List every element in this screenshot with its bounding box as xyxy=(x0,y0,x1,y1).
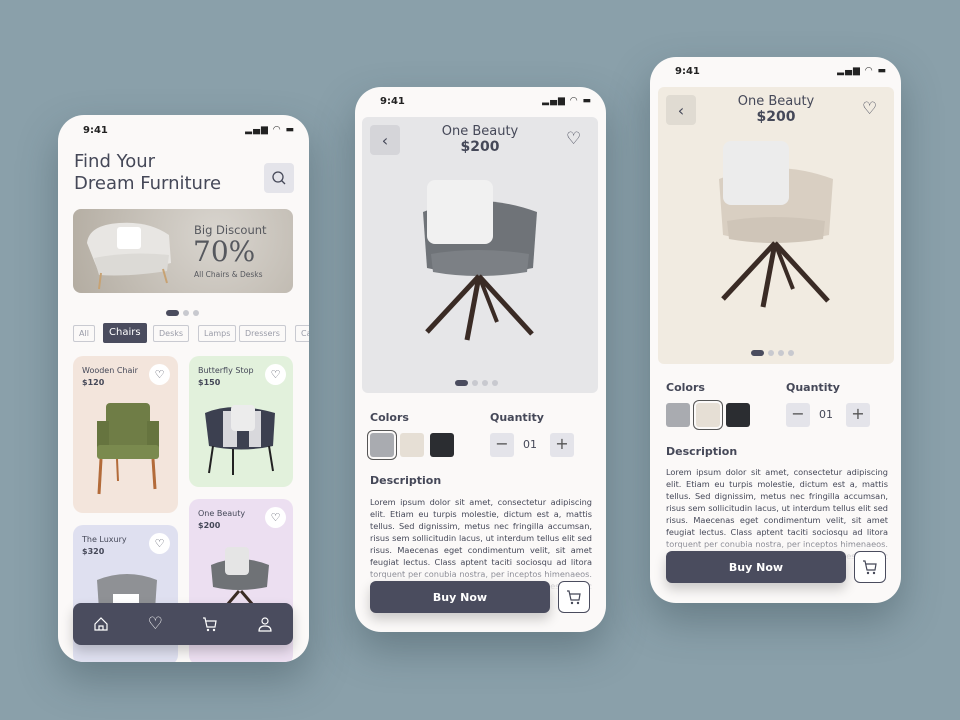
increase-quantity-button[interactable]: + xyxy=(550,433,574,457)
product-price: $150 xyxy=(198,378,221,387)
product-image-panel: ‹ One Beauty $200 ♡ xyxy=(362,117,598,393)
quantity-label: Quantity xyxy=(786,381,840,394)
color-swatch-black[interactable] xyxy=(430,433,454,457)
banner-percent: 70% xyxy=(193,235,256,268)
chip-dressers[interactable]: Dressers xyxy=(239,325,286,342)
page-title: Find Your Dream Furniture xyxy=(74,151,221,195)
search-icon xyxy=(272,171,286,185)
add-to-cart-button[interactable] xyxy=(558,581,590,613)
favorite-button[interactable]: ♡ xyxy=(149,533,170,554)
image-pagination[interactable] xyxy=(455,371,502,390)
favorite-button[interactable]: ♡ xyxy=(862,99,877,119)
armchair-image xyxy=(87,222,171,290)
image-pagination[interactable] xyxy=(751,341,798,360)
quantity-value: 01 xyxy=(819,408,833,421)
status-time: 9:41 xyxy=(675,66,700,77)
description-text: Lorem ipsum dolor sit amet, consectetur … xyxy=(370,497,592,591)
colors-label: Colors xyxy=(370,411,409,424)
heart-icon: ♡ xyxy=(270,511,281,524)
back-button[interactable]: ‹ xyxy=(370,125,400,155)
category-chips: All Chairs Desks Lamps Dressers Ca xyxy=(73,323,309,347)
increase-quantity-button[interactable]: + xyxy=(846,403,870,427)
cart-icon[interactable] xyxy=(202,616,218,632)
beige-chair-image xyxy=(719,141,833,308)
product-image-panel: ‹ One Beauty $200 ♡ xyxy=(658,87,894,364)
product-name: The Luxury xyxy=(82,535,127,544)
status-icons: ▂▄▆ ◠ ▬ xyxy=(245,125,295,135)
back-button[interactable]: ‹ xyxy=(666,95,696,125)
add-to-cart-button[interactable] xyxy=(854,551,886,583)
chevron-left-icon: ‹ xyxy=(677,100,685,120)
product-name: Butterfly Stop xyxy=(198,366,254,375)
search-button[interactable] xyxy=(264,163,294,193)
bottom-nav: ♡ xyxy=(73,603,293,645)
color-swatch-beige[interactable] xyxy=(400,433,424,457)
chevron-left-icon: ‹ xyxy=(381,130,389,150)
buy-now-button[interactable]: Buy Now xyxy=(666,551,846,583)
cart-icon xyxy=(863,560,877,575)
color-swatch-gray[interactable] xyxy=(666,403,690,427)
product-name: One Beauty xyxy=(441,124,519,139)
heart-icon: ♡ xyxy=(270,368,281,381)
heart-icon[interactable]: ♡ xyxy=(148,614,163,634)
title-line-2: Dream Furniture xyxy=(74,173,222,194)
chip-all[interactable]: All xyxy=(73,325,95,342)
heart-icon: ♡ xyxy=(154,537,165,550)
wooden-chair-image xyxy=(97,403,159,495)
color-swatch-black[interactable] xyxy=(726,403,750,427)
color-swatch-beige[interactable] xyxy=(696,403,720,427)
chip-chairs[interactable]: Chairs xyxy=(103,323,147,343)
product-price: $200 xyxy=(756,109,796,125)
product-name: Wooden Chair xyxy=(82,366,138,375)
title-line-1: Find Your xyxy=(74,151,156,172)
chip-more[interactable]: Ca xyxy=(295,325,309,342)
buy-now-button[interactable]: Buy Now xyxy=(370,581,550,613)
banner-subtitle: All Chairs & Desks xyxy=(194,270,263,279)
quantity-value: 01 xyxy=(523,438,537,451)
one-beauty-chair-image xyxy=(211,547,269,605)
product-name: One Beauty xyxy=(198,509,246,518)
cart-icon xyxy=(567,590,581,605)
gray-chair-image xyxy=(423,180,537,341)
colors-label: Colors xyxy=(666,381,705,394)
product-price: $320 xyxy=(82,547,105,556)
product-card[interactable]: Wooden Chair $120 ♡ xyxy=(73,356,178,513)
favorite-button[interactable]: ♡ xyxy=(149,364,170,385)
product-price: $120 xyxy=(82,378,105,387)
chip-lamps[interactable]: Lamps xyxy=(198,325,237,342)
favorite-button[interactable]: ♡ xyxy=(265,507,286,528)
favorite-button[interactable]: ♡ xyxy=(265,364,286,385)
detail-screen-gray: 9:41 ▂▄▆ ◠ ▬ ‹ One Beauty $200 ♡ Colors Q… xyxy=(355,87,606,632)
status-icons: ▂▄▆ ◠ ▬ xyxy=(542,96,592,106)
status-time: 9:41 xyxy=(83,125,108,136)
chip-desks[interactable]: Desks xyxy=(153,325,190,342)
decrease-quantity-button[interactable]: − xyxy=(490,433,514,457)
heart-icon: ♡ xyxy=(862,99,878,119)
discount-banner[interactable]: Big Discount 70% All Chairs & Desks xyxy=(73,209,293,293)
heart-icon: ♡ xyxy=(566,129,582,149)
favorite-button[interactable]: ♡ xyxy=(566,129,581,149)
status-icons: ▂▄▆ ◠ ▬ xyxy=(837,66,887,76)
color-swatch-gray[interactable] xyxy=(370,433,394,457)
butterfly-chair-image xyxy=(205,405,275,475)
product-name: One Beauty xyxy=(737,94,815,109)
heart-icon: ♡ xyxy=(154,368,165,381)
description-label: Description xyxy=(370,474,442,487)
home-screen: 9:41 ▂▄▆ ◠ ▬ Find Your Dream Furniture B… xyxy=(58,115,309,662)
quantity-label: Quantity xyxy=(490,411,544,424)
product-title: One Beauty $200 xyxy=(696,94,856,125)
description-text: Lorem ipsum dolor sit amet, consectetur … xyxy=(666,467,888,561)
product-price: $200 xyxy=(198,521,221,530)
detail-screen-beige: 9:41 ▂▄▆ ◠ ▬ ‹ One Beauty $200 ♡ Colors Q… xyxy=(650,57,901,603)
decrease-quantity-button[interactable]: − xyxy=(786,403,810,427)
product-price: $200 xyxy=(460,139,500,155)
product-title: One Beauty $200 xyxy=(400,124,560,155)
banner-pagination[interactable] xyxy=(166,301,203,320)
product-card[interactable]: Butterfly Stop $150 ♡ xyxy=(189,356,293,487)
user-icon[interactable] xyxy=(257,616,273,632)
home-icon[interactable] xyxy=(93,616,109,632)
status-time: 9:41 xyxy=(380,96,405,107)
description-label: Description xyxy=(666,445,738,458)
